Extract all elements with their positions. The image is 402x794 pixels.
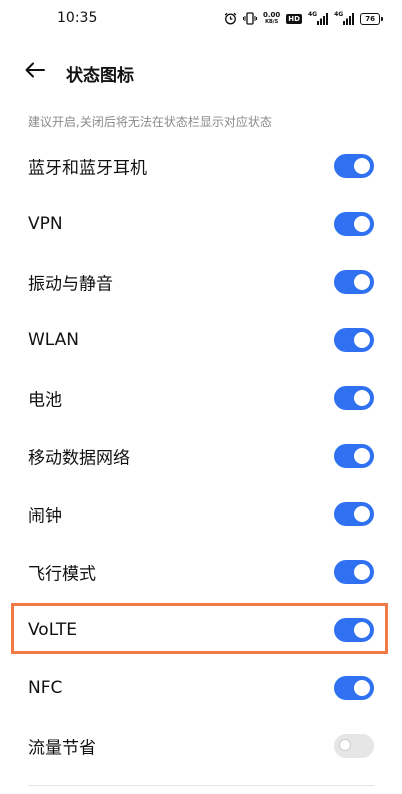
toggle-knob [354, 506, 370, 522]
setting-toggle[interactable] [334, 444, 374, 468]
setting-label: 电池 [28, 390, 62, 411]
setting-label: VPN [28, 214, 63, 234]
toggle-knob [354, 680, 370, 696]
setting-row[interactable]: 电池 [0, 369, 402, 427]
network-speed-value: 0.00 [263, 11, 281, 19]
arrow-left-icon [25, 62, 45, 82]
setting-label: 飞行模式 [28, 564, 96, 585]
divider [28, 785, 374, 786]
signal-icon [317, 10, 329, 29]
setting-row[interactable]: 移动数据网络 [0, 427, 402, 485]
toggle-knob [354, 448, 370, 464]
setting-row[interactable]: WLAN [0, 311, 402, 369]
setting-toggle[interactable] [334, 212, 374, 236]
settings-hint: 建议开启,关闭后将无法在状态栏显示对应状态 [28, 115, 272, 129]
setting-label: 闹钟 [28, 506, 62, 527]
setting-row[interactable]: VPN [0, 195, 402, 253]
setting-label: 移动数据网络 [28, 448, 130, 469]
setting-toggle[interactable] [334, 154, 374, 178]
status-bar: 10:35 0.00 KB/S HD 4G 4G 76 [0, 0, 402, 40]
setting-toggle[interactable] [334, 734, 374, 758]
page-title: 状态图标 [66, 66, 134, 86]
status-time: 10:35 [57, 10, 98, 26]
setting-label: 流量节省 [28, 738, 96, 759]
toggle-knob [354, 158, 370, 174]
setting-label: 蓝牙和蓝牙耳机 [28, 158, 147, 179]
setting-row[interactable]: 蓝牙和蓝牙耳机 [0, 137, 402, 195]
setting-row[interactable]: 飞行模式 [0, 543, 402, 601]
setting-toggle[interactable] [334, 676, 374, 700]
toggle-knob [354, 216, 370, 232]
status-icons-settings-screen: 10:35 0.00 KB/S HD 4G 4G 76 状态图标 建议开启,关闭… [0, 0, 402, 794]
setting-toggle[interactable] [334, 560, 374, 584]
toggle-knob [354, 332, 370, 348]
hd-icon: HD [286, 14, 302, 24]
toggle-knob [354, 390, 370, 406]
signal-icon-2 [343, 10, 355, 29]
setting-label: NFC [28, 678, 63, 698]
toggle-knob [339, 739, 351, 751]
setting-row[interactable]: NFC [0, 659, 402, 717]
setting-label: WLAN [28, 330, 80, 350]
network-speed: 0.00 KB/S [263, 12, 280, 26]
highlight-annotation-box [11, 603, 388, 654]
setting-row[interactable]: 振动与静音 [0, 253, 402, 311]
alarm-icon [224, 10, 237, 29]
toggle-knob [354, 564, 370, 580]
setting-toggle[interactable] [334, 386, 374, 410]
network-type-label-2: 4G [334, 10, 344, 18]
setting-toggle[interactable] [334, 270, 374, 294]
back-button[interactable] [20, 58, 50, 86]
setting-toggle[interactable] [334, 502, 374, 526]
vibrate-icon [243, 10, 257, 29]
battery-icon: 76 [360, 13, 384, 25]
setting-row[interactable]: 闹钟 [0, 485, 402, 543]
setting-row[interactable]: 流量节省 [0, 717, 402, 775]
page-header: 状态图标 [0, 50, 402, 94]
setting-toggle[interactable] [334, 328, 374, 352]
setting-label: 振动与静音 [28, 274, 113, 295]
toggle-knob [354, 274, 370, 290]
network-type-label: 4G [307, 10, 318, 18]
network-speed-unit: KB/S [265, 19, 279, 25]
status-icons-tray: 0.00 KB/S HD 4G 4G 76 [224, 10, 386, 28]
